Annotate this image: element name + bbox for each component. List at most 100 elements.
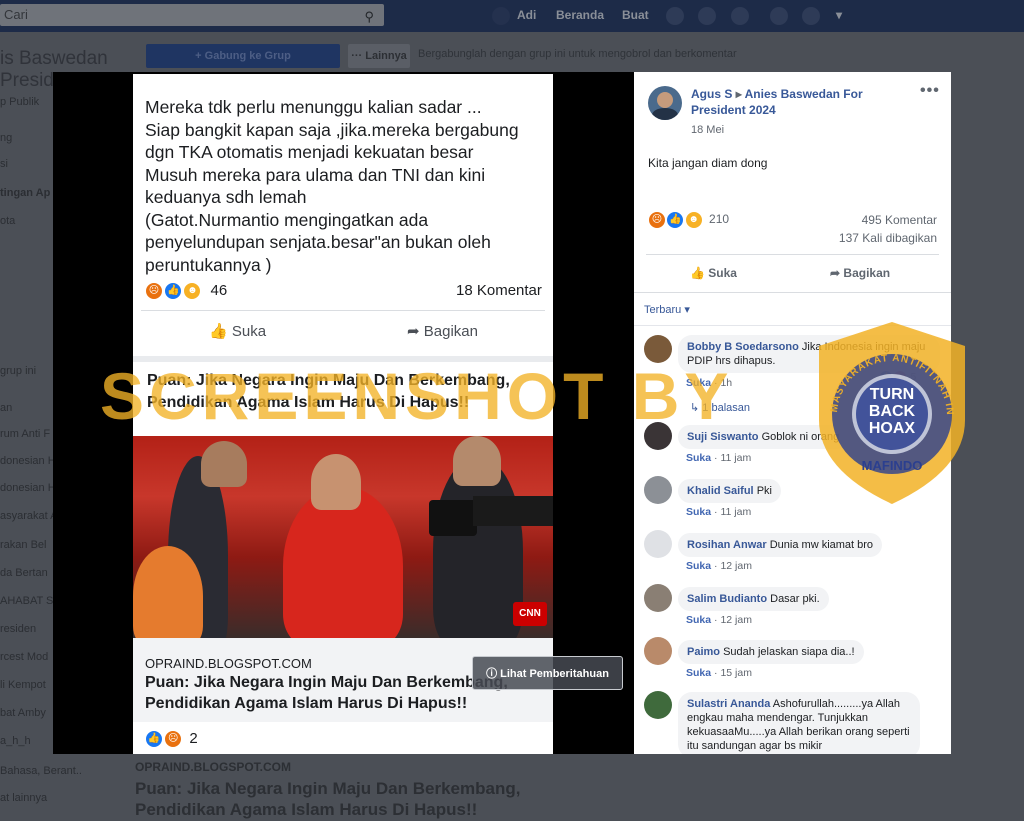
nav-create[interactable]: Buat [622,0,649,32]
notifications-icon[interactable] [731,7,749,25]
commenter-name[interactable]: Khalid Saiful [687,485,754,497]
sidebar-item[interactable]: ota [0,215,15,227]
post-date[interactable]: 18 Mei [691,124,724,136]
sidebar-group-link[interactable]: a_h_h [0,735,31,747]
messenger-icon[interactable] [698,7,716,25]
author-avatar[interactable] [648,86,682,120]
author-name[interactable]: Agus S [691,87,732,101]
comment-like-link[interactable]: Suka [686,614,711,626]
sidebar-item[interactable]: grup ini [0,365,36,377]
cnn-logo: CNN [513,602,547,626]
like-reaction-icon: 👍 [164,282,183,301]
commenter-name[interactable]: Salim Budianto [687,593,767,605]
comment-bubble: Sulastri Ananda Ashofurullah.........ya … [678,692,920,754]
sidebar-item-active[interactable]: tingan Ap [0,187,50,199]
sidebar-group-link[interactable]: rum Anti F [0,428,50,440]
sidebar-group-link[interactable]: Bahasa, Berant.. [0,765,82,777]
more-options-icon[interactable]: ••• [920,82,940,100]
profile-avatar-icon[interactable] [492,7,510,25]
join-note: Bergabunglah dengan grup ini untuk mengo… [418,48,737,60]
sidebar-group-link[interactable]: asyarakat A [0,510,57,522]
comment-like-link[interactable]: Suka [686,667,711,679]
nav-home[interactable]: Beranda [556,0,604,32]
camera-shape [429,500,477,536]
share-button[interactable]: ➦ Bagikan [830,266,890,280]
comment-like-link[interactable]: Suka [686,452,711,464]
screenshot-share-button: ➦ Bagikan [407,322,478,340]
sidebar-group-link[interactable]: donesian H [0,482,56,494]
commenter-name[interactable]: Rosihan Anwar [687,539,767,551]
comment-meta: Suka · 11 jam [686,452,752,464]
help-icon[interactable] [770,7,788,25]
camera-shape [473,496,553,526]
sidebar-group-link[interactable]: bat Amby [0,707,46,719]
sidebar-group-link[interactable]: da Bertan [0,567,48,579]
sidebar-group-link[interactable]: residen [0,623,36,635]
comment-time[interactable]: 12 jam [720,560,752,572]
comment-like-link[interactable]: Suka [686,506,711,518]
top-navigation-bar: Cari ⚲ Adi Beranda Buat ▾ [0,0,1024,32]
screenshot-text-line: (Gatot.Nurmantio mengingatkan ada [145,209,429,230]
sidebar-group-link[interactable]: AHABAT S [0,595,53,607]
comment-time[interactable]: 11 jam [720,506,751,518]
sidebar-item[interactable]: si [0,158,8,170]
mafindo-turnbackhoax-badge: MASYARAKAT ANTIFITNAH INDONESIA TURN BAC… [811,312,969,506]
post-text: Kita jangan diam dong [648,156,768,170]
avatar-face [657,92,673,108]
share-arrow-icon: ➦ [407,323,420,340]
sidebar-group-link[interactable]: rcest Mod [0,651,48,663]
link-title: Puan: Jika Negara Ingin Maju Dan Berkemb… [145,672,508,714]
commenter-name[interactable]: Paimo [687,646,720,658]
screenshot-text-line: dgn TKA otomatis menjadi kekuatan besar [145,142,474,162]
screenshot-text-line: penyelundupan senjata.besar"an bukan ole… [145,232,491,252]
more-button[interactable]: ··· Lainnya [348,44,410,68]
background-post-link[interactable]: OPRAIND.BLOGSPOT.COM Puan: Jika Negara I… [135,760,565,820]
share-count-link[interactable]: 137 Kali dibagikan [839,231,937,245]
avatar-body [652,108,678,120]
commenter-name[interactable]: Sulastri Ananda [687,698,770,710]
account-menu-chevron-icon[interactable]: ▾ [836,0,842,32]
quick-help-icon[interactable] [802,7,820,25]
comment-meta: Suka · 12 jam [686,614,752,626]
screenshot-bottom-reactions: 👍 ☹ 2 [145,730,198,750]
comment-text: Sudah jelaskan siapa dia..! [723,646,855,658]
search-icon[interactable]: ⚲ [364,6,374,28]
comment-time[interactable]: 11 jam [720,452,751,464]
screenshot-text-line: Musuh mereka para ulama dan TNI dan kini [145,164,486,185]
commenter-name[interactable]: Bobby B Soedarsono [687,341,799,353]
sidebar-see-more[interactable]: at lainnya [0,792,47,804]
like-button[interactable]: 👍 Suka [690,266,737,280]
sort-comments-dropdown[interactable]: Terbaru ▾ [644,303,690,316]
sidebar-group-link[interactable]: donesian H [0,455,56,467]
friends-icon[interactable] [666,7,684,25]
divider [141,310,545,311]
commenter-avatar[interactable] [644,476,672,504]
sidebar-group-link[interactable]: rakan Bel [0,539,46,551]
sidebar-group-link[interactable]: li Kempot [0,679,46,691]
comment-time[interactable]: 12 jam [720,614,752,626]
post-reaction-count: 210 [709,212,730,227]
comment-count-link[interactable]: 495 Komentar [862,213,937,227]
nav-user-name[interactable]: Adi [517,0,536,32]
angry-reaction-icon: ☹ [648,211,666,229]
comment-like-link[interactable]: Suka [686,560,711,572]
screenshot-text-line: peruntukannya ) [145,254,272,275]
commenter-avatar[interactable] [644,637,672,665]
search-input[interactable]: Cari ⚲ [0,4,384,26]
commenter-avatar[interactable] [644,691,672,719]
post-reactions[interactable]: ☹ 👍 ☻ 210 [648,211,729,229]
thumbs-up-icon: 👍 [690,266,705,280]
comment-time[interactable]: 15 jam [720,667,752,679]
person-silhouette [133,546,203,638]
default-avatar-icon[interactable] [644,530,672,558]
sidebar-item[interactable]: ng [0,132,12,144]
badge-center-text: TURN BACK HOAX [860,386,924,437]
comment-meta: Suka · 11 jam [686,506,752,518]
join-group-button[interactable]: + Gabung ke Grup [146,44,340,68]
press-photo [133,436,553,638]
sidebar-item[interactable]: an [0,402,12,414]
screenshot-comment-count: 18 Komentar [456,282,542,299]
commenter-avatar[interactable] [644,584,672,612]
group-title-line1: is Baswedan [0,48,108,69]
view-notifications-button[interactable]: ⓘ Lihat Pemberitahuan [472,656,623,690]
